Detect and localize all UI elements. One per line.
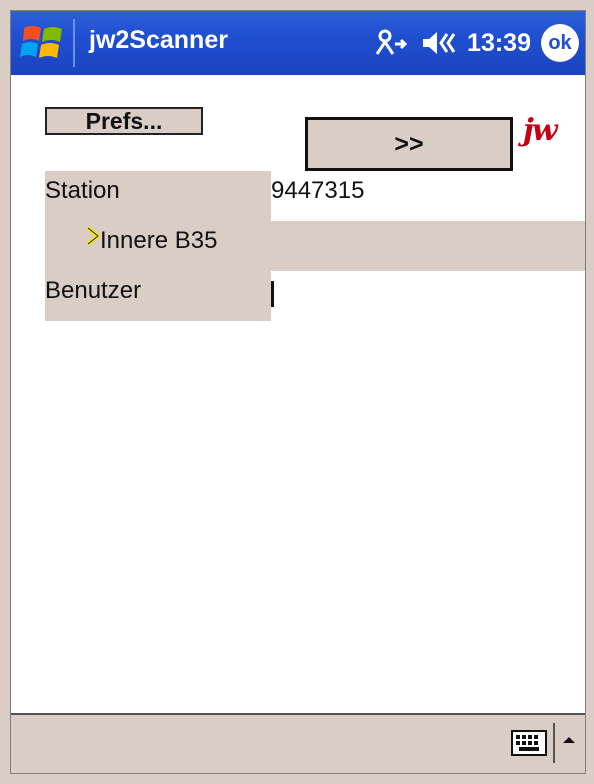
menu-bar: [11, 713, 585, 773]
sip-arrow-up-icon[interactable]: [561, 733, 577, 747]
station-label: Station: [45, 177, 120, 204]
status-area: 13:39 ok: [375, 23, 579, 63]
ok-button[interactable]: ok: [541, 24, 579, 62]
prefs-button[interactable]: Prefs...: [45, 107, 203, 135]
text-cursor: [271, 281, 274, 307]
jw-logo: jw: [523, 113, 558, 148]
volume-icon[interactable]: [421, 28, 457, 58]
next-button[interactable]: >>: [305, 117, 513, 171]
user-label: Benutzer: [45, 277, 142, 304]
connectivity-icon[interactable]: [375, 28, 411, 58]
keyboard-icon[interactable]: [511, 729, 547, 757]
start-button[interactable]: [11, 11, 75, 75]
main-content: Prefs... >> jw Station 9447315 Innere B3…: [11, 75, 585, 715]
title-bar: jw2Scanner 13:39 ok: [11, 11, 585, 75]
clock[interactable]: 13:39: [467, 29, 531, 58]
windows-start-icon: [20, 26, 62, 58]
sip-separator: [553, 723, 555, 763]
station-value[interactable]: 9447315: [271, 177, 364, 205]
device-screen: jw2Scanner 13:39 ok Prefs... >> jw Stati…: [10, 10, 586, 774]
selected-item-label[interactable]: Innere B35: [100, 227, 217, 255]
app-title: jw2Scanner: [89, 26, 228, 54]
